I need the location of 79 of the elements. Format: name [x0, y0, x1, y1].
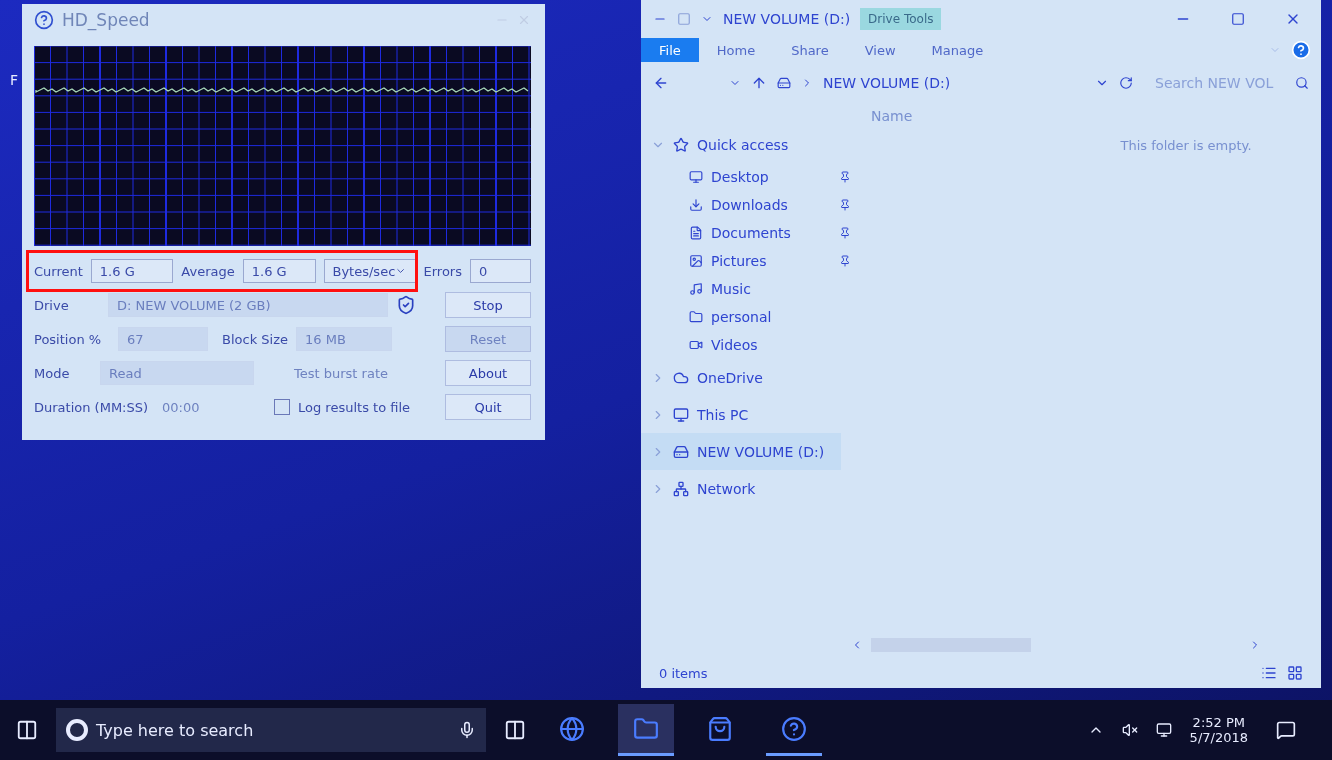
volume-icon[interactable] — [1121, 722, 1138, 738]
task-view-icon[interactable] — [504, 719, 526, 741]
nav-icon — [689, 310, 703, 324]
nav-icon — [673, 406, 689, 423]
nav-item[interactable]: Videos — [641, 331, 851, 359]
nav-item[interactable]: personal — [641, 303, 851, 331]
help-icon — [781, 715, 807, 742]
nav-icon — [689, 282, 703, 296]
checkbox[interactable] — [274, 399, 290, 415]
nav-icon — [689, 170, 703, 184]
help-icon — [34, 10, 54, 30]
nav-item[interactable]: This PC — [641, 396, 851, 433]
nav-item[interactable]: Network — [641, 470, 851, 507]
start-icon[interactable] — [16, 719, 38, 741]
nav-icon — [673, 480, 689, 497]
current-field[interactable]: 1.6 G — [90, 259, 174, 283]
microphone-icon[interactable] — [458, 721, 476, 739]
field-label: Average — [181, 263, 235, 279]
notifications-icon[interactable] — [1276, 720, 1296, 740]
back-icon[interactable] — [653, 75, 669, 91]
button[interactable]: Stop — [445, 292, 531, 318]
context-tab[interactable]: Drive Tools — [860, 8, 942, 30]
maximize-icon[interactable] — [1231, 12, 1245, 26]
taskbar-app[interactable] — [618, 704, 674, 756]
drive-icon — [777, 76, 791, 90]
tiles-view-icon[interactable] — [1287, 665, 1303, 681]
address-path[interactable]: NEW VOLUME (D:) — [823, 75, 1085, 91]
button[interactable]: Quit — [445, 394, 531, 420]
network-icon[interactable] — [1155, 722, 1172, 738]
details-view-icon[interactable] — [1261, 665, 1277, 681]
field-label: Errors — [423, 263, 462, 279]
window-title: HD_Speed — [62, 10, 151, 30]
search-field[interactable]: Type here to search — [56, 708, 486, 752]
status-text: 0 items — [659, 665, 708, 681]
field-label: Position % — [34, 331, 103, 347]
button[interactable]: About — [445, 360, 531, 386]
up-icon[interactable] — [751, 75, 767, 91]
field-label: Mode — [34, 365, 71, 381]
folder-icon — [633, 715, 659, 742]
duration-value: 00:00 — [162, 399, 201, 415]
field-label: Duration (MM:SS) — [34, 399, 150, 415]
cortana-icon — [66, 719, 88, 741]
nav-item[interactable]: Pictures — [641, 247, 851, 275]
nav-icon — [689, 226, 703, 240]
refresh-icon[interactable] — [1119, 76, 1133, 90]
ribbon-tab[interactable]: Share — [773, 38, 847, 62]
unit-dropdown[interactable]: Bytes/sec — [323, 259, 416, 283]
ribbon-tab[interactable]: View — [846, 38, 914, 62]
ribbon-tab[interactable]: File — [641, 38, 699, 62]
help-icon[interactable] — [1291, 40, 1311, 60]
nav-item[interactable]: Desktop — [641, 163, 851, 191]
nav-icon — [689, 338, 703, 352]
nav-item[interactable]: Quick access — [641, 126, 851, 163]
clock[interactable]: 2:52 PM 5/7/2018 — [1189, 715, 1248, 745]
errors-field[interactable]: 0 — [469, 259, 531, 283]
field-label: Block Size — [222, 331, 288, 347]
checkbox-label: Test burst rate — [294, 365, 388, 381]
ribbon-tab[interactable]: Home — [698, 38, 774, 62]
checkbox-label: Log results to file — [298, 399, 411, 415]
field-label: Drive — [34, 297, 70, 313]
average-field[interactable]: 1.6 G — [242, 259, 316, 283]
globe-icon — [559, 715, 585, 742]
field-label: Current — [34, 263, 83, 279]
shopping-bag-icon — [707, 715, 733, 742]
nav-item[interactable]: Music — [641, 275, 851, 303]
empty-message: This folder is empty. — [1120, 138, 1252, 153]
search-icon[interactable] — [1295, 76, 1309, 90]
nav-icon — [673, 443, 689, 460]
nav-icon — [673, 136, 689, 153]
window-title: NEW VOLUME (D:) — [723, 11, 851, 27]
nav-item[interactable]: Documents — [641, 219, 851, 247]
nav-item[interactable]: OneDrive — [641, 359, 851, 396]
nav-icon — [689, 254, 703, 268]
ribbon-tab[interactable]: Manage — [913, 38, 1002, 62]
shield-icon[interactable] — [396, 295, 416, 315]
nav-icon — [689, 198, 703, 212]
desktop-text: F — [10, 72, 19, 88]
nav-item[interactable]: NEW VOLUME (D:) — [641, 433, 841, 470]
nav-item[interactable]: Downloads — [641, 191, 851, 219]
